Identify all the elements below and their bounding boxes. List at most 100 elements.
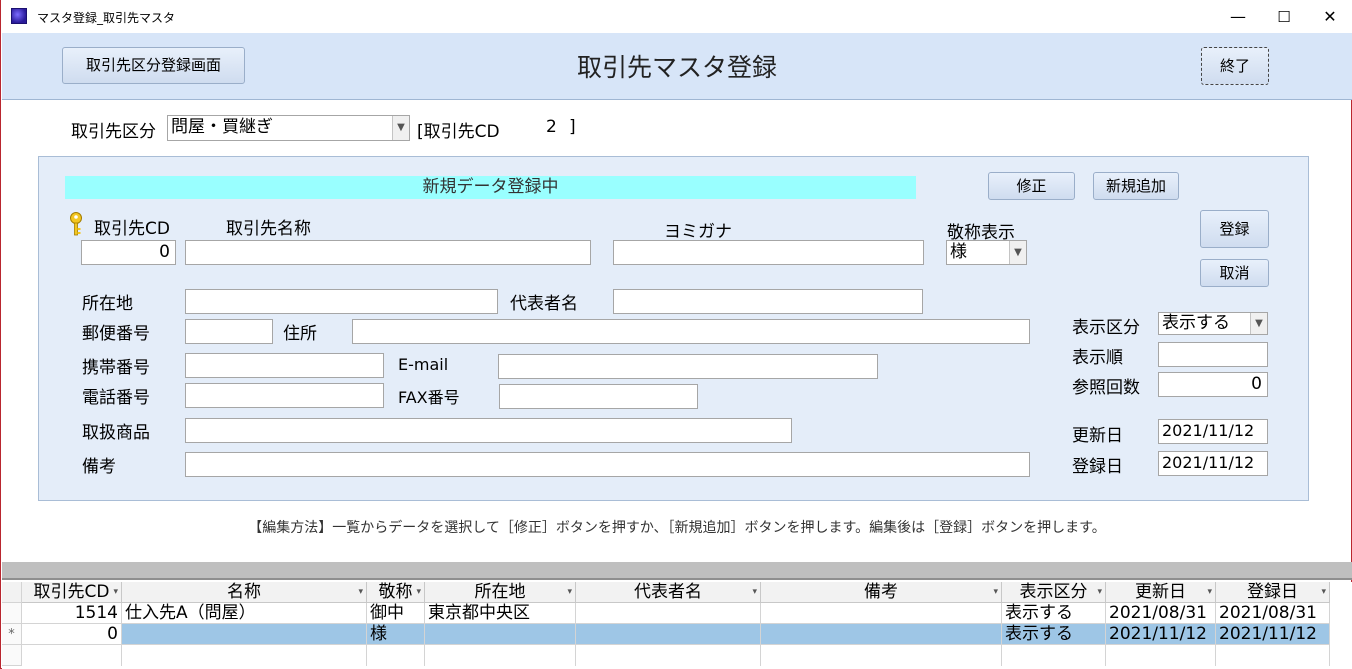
display-order-input[interactable] <box>1158 342 1268 367</box>
data-grid: 取引先CD ▾ 名称 ▾ 敬称 ▾ 所在地 ▾ 代表者名 ▾ 備考 ▾ 表示区分 ▾ 更新日 ▾ 登録日 ▾ 151… <box>2 582 1352 669</box>
table-cell[interactable] <box>761 624 1002 645</box>
mobile-input[interactable] <box>185 353 384 378</box>
sort-arrow-icon[interactable]: ▾ <box>416 582 421 602</box>
table-cell[interactable]: 表示する <box>1002 603 1106 624</box>
name-input[interactable] <box>185 240 591 265</box>
table-cell[interactable]: 2021/08/31 <box>1106 603 1216 624</box>
products-label: 取扱商品 <box>82 423 150 443</box>
column-header-label: 所在地 <box>474 582 526 602</box>
name-label: 取引先名称 <box>226 219 311 239</box>
rep-label: 代表者名 <box>510 294 578 314</box>
kubun-select[interactable]: 問屋・買継ぎ <box>167 115 410 141</box>
sort-arrow-icon[interactable]: ▾ <box>358 582 363 602</box>
display-kubun-label: 表示区分 <box>1072 318 1140 338</box>
table-cell[interactable]: 2021/08/31 <box>1216 603 1330 624</box>
minimize-button[interactable]: — <box>1215 4 1261 30</box>
table-cell[interactable]: 2021/11/12 <box>1106 624 1216 645</box>
column-header[interactable]: 取引先CD ▾ <box>22 582 122 603</box>
zip-input[interactable] <box>185 319 273 344</box>
column-header[interactable]: 所在地 ▾ <box>425 582 576 603</box>
cd-input[interactable]: 0 <box>81 240 176 265</box>
title-bar: マスタ登録_取引先マスタ — ☐ ✕ <box>1 0 1352 33</box>
sort-arrow-icon[interactable]: ▾ <box>752 582 757 602</box>
column-header[interactable]: 代表者名 ▾ <box>576 582 761 603</box>
splitter[interactable] <box>2 562 1352 580</box>
address-label: 住所 <box>283 324 317 344</box>
registered-input[interactable]: 2021/11/12 <box>1158 451 1268 476</box>
table-cell[interactable] <box>425 624 576 645</box>
table-cell[interactable]: 東京都中央区 <box>425 603 576 624</box>
column-header-label: 敬称 <box>378 582 413 602</box>
window-title: マスタ登録_取引先マスタ <box>37 11 176 25</box>
empty-cell <box>367 645 425 666</box>
column-header[interactable]: 表示区分 ▾ <box>1002 582 1106 603</box>
rep-input[interactable] <box>613 289 923 314</box>
sort-arrow-icon[interactable]: ▾ <box>1207 582 1212 602</box>
kubun-label: 取引先区分 <box>71 122 156 142</box>
sort-arrow-icon[interactable]: ▾ <box>113 582 118 602</box>
mobile-label: 携帯番号 <box>82 358 150 378</box>
email-label: E-mail <box>398 355 449 374</box>
sort-arrow-icon[interactable]: ▾ <box>1097 582 1102 602</box>
row-selector[interactable] <box>2 645 22 666</box>
column-header-label: 代表者名 <box>634 582 702 602</box>
table-cell[interactable] <box>576 624 761 645</box>
column-header[interactable]: 名称 ▾ <box>122 582 367 603</box>
close-button[interactable]: ✕ <box>1307 4 1352 30</box>
products-input[interactable] <box>185 418 792 443</box>
app-icon <box>11 8 27 24</box>
yomi-input[interactable] <box>613 240 924 265</box>
column-header[interactable]: 敬称 ▾ <box>367 582 425 603</box>
location-input[interactable] <box>185 289 498 314</box>
page-title: 取引先マスタ登録 <box>576 53 777 82</box>
row-selector[interactable]: * <box>2 624 22 645</box>
table-cell[interactable]: 仕入先A（問屋） <box>122 603 367 624</box>
exit-button[interactable]: 終了 <box>1201 47 1269 85</box>
column-header-label: 登録日 <box>1247 582 1298 602</box>
fax-input[interactable] <box>499 384 698 409</box>
column-header[interactable]: 更新日 ▾ <box>1106 582 1216 603</box>
ref-count-input[interactable]: 0 <box>1158 372 1268 397</box>
yomi-label: ヨミガナ <box>664 222 732 242</box>
column-header[interactable]: 登録日 ▾ <box>1216 582 1330 603</box>
table-cell[interactable]: 様 <box>367 624 425 645</box>
empty-cell <box>22 645 122 666</box>
email-input[interactable] <box>498 354 878 379</box>
edit-button[interactable]: 修正 <box>988 172 1075 200</box>
registered-label: 登録日 <box>1072 457 1123 477</box>
column-header-label: 表示区分 <box>1019 582 1088 602</box>
location-label: 所在地 <box>82 294 133 314</box>
table-cell[interactable]: 御中 <box>367 603 425 624</box>
note-input[interactable] <box>185 452 1030 477</box>
empty-cell <box>761 645 1002 666</box>
table-cell[interactable] <box>761 603 1002 624</box>
cancel-button[interactable]: 取消 <box>1200 259 1269 287</box>
table-cell[interactable]: 表示する <box>1002 624 1106 645</box>
table-cell[interactable]: 1514 <box>22 603 122 624</box>
address-input[interactable] <box>352 319 1030 344</box>
empty-cell <box>1216 645 1330 666</box>
sort-arrow-icon[interactable]: ▾ <box>567 582 572 602</box>
column-header[interactable]: 備考 ▾ <box>761 582 1002 603</box>
sort-arrow-icon[interactable]: ▾ <box>1321 582 1326 602</box>
maximize-button[interactable]: ☐ <box>1261 4 1307 30</box>
row-selector[interactable] <box>2 603 22 624</box>
add-button[interactable]: 新規追加 <box>1093 172 1179 200</box>
register-button[interactable]: 登録 <box>1200 210 1269 248</box>
chevron-down-icon[interactable]: ▼ <box>1009 241 1026 264</box>
status-banner: 新規データ登録中 <box>65 176 916 199</box>
table-cell[interactable]: 2021/11/12 <box>1216 624 1330 645</box>
grid-corner[interactable] <box>2 582 22 603</box>
updated-input[interactable]: 2021/11/12 <box>1158 419 1268 444</box>
table-cell[interactable] <box>122 624 367 645</box>
table-cell[interactable] <box>576 603 761 624</box>
cd-field-label: 取引先CD <box>94 219 170 239</box>
table-cell[interactable]: 0 <box>22 624 122 645</box>
empty-cell <box>1002 645 1106 666</box>
chevron-down-icon[interactable]: ▼ <box>1250 313 1267 334</box>
phone-input[interactable] <box>185 383 384 408</box>
chevron-down-icon[interactable]: ▼ <box>392 116 409 140</box>
note-label: 備考 <box>82 457 116 477</box>
sort-arrow-icon[interactable]: ▾ <box>993 582 998 602</box>
cd-value: 2 <box>546 117 557 137</box>
